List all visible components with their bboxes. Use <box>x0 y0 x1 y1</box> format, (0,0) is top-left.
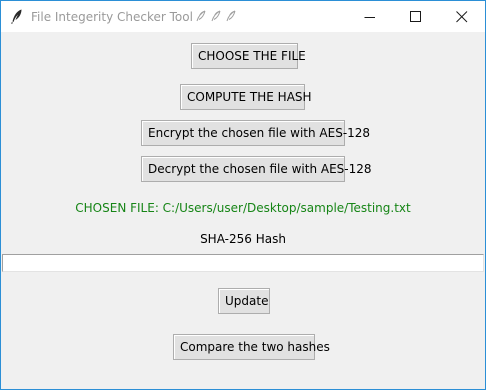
maximize-button[interactable] <box>393 1 439 32</box>
minimize-icon <box>364 17 375 18</box>
compute-hash-button[interactable]: COMPUTE THE HASH <box>180 84 312 110</box>
update-button[interactable]: Update <box>218 288 270 314</box>
compare-hashes-button[interactable]: Compare the two hashes <box>173 334 330 360</box>
close-button[interactable] <box>439 1 485 32</box>
window-title-text: File Integerity Checker Tool <box>31 10 193 24</box>
hash-input[interactable] <box>2 254 484 272</box>
minimize-button[interactable] <box>347 1 393 32</box>
window-title: File Integerity Checker Tool <box>31 9 241 26</box>
title-bar[interactable]: File Integerity Checker Tool <box>1 1 485 32</box>
app-window: File Integerity Checker Tool CHOOSE THE … <box>0 0 486 390</box>
chosen-file-label: CHOSEN FILE: C:/Users/user/Desktop/sampl… <box>75 201 411 215</box>
feather-icon <box>195 10 241 26</box>
decrypt-file-button[interactable]: Decrypt the chosen file with AES-128 <box>141 156 372 182</box>
maximize-icon <box>410 11 421 22</box>
choose-file-button[interactable]: CHOOSE THE FILE <box>191 43 306 69</box>
close-icon <box>456 11 468 23</box>
feather-icon <box>9 8 25 24</box>
hash-label: SHA-256 Hash <box>200 232 286 246</box>
encrypt-file-button[interactable]: Encrypt the chosen file with AES-128 <box>141 120 370 146</box>
